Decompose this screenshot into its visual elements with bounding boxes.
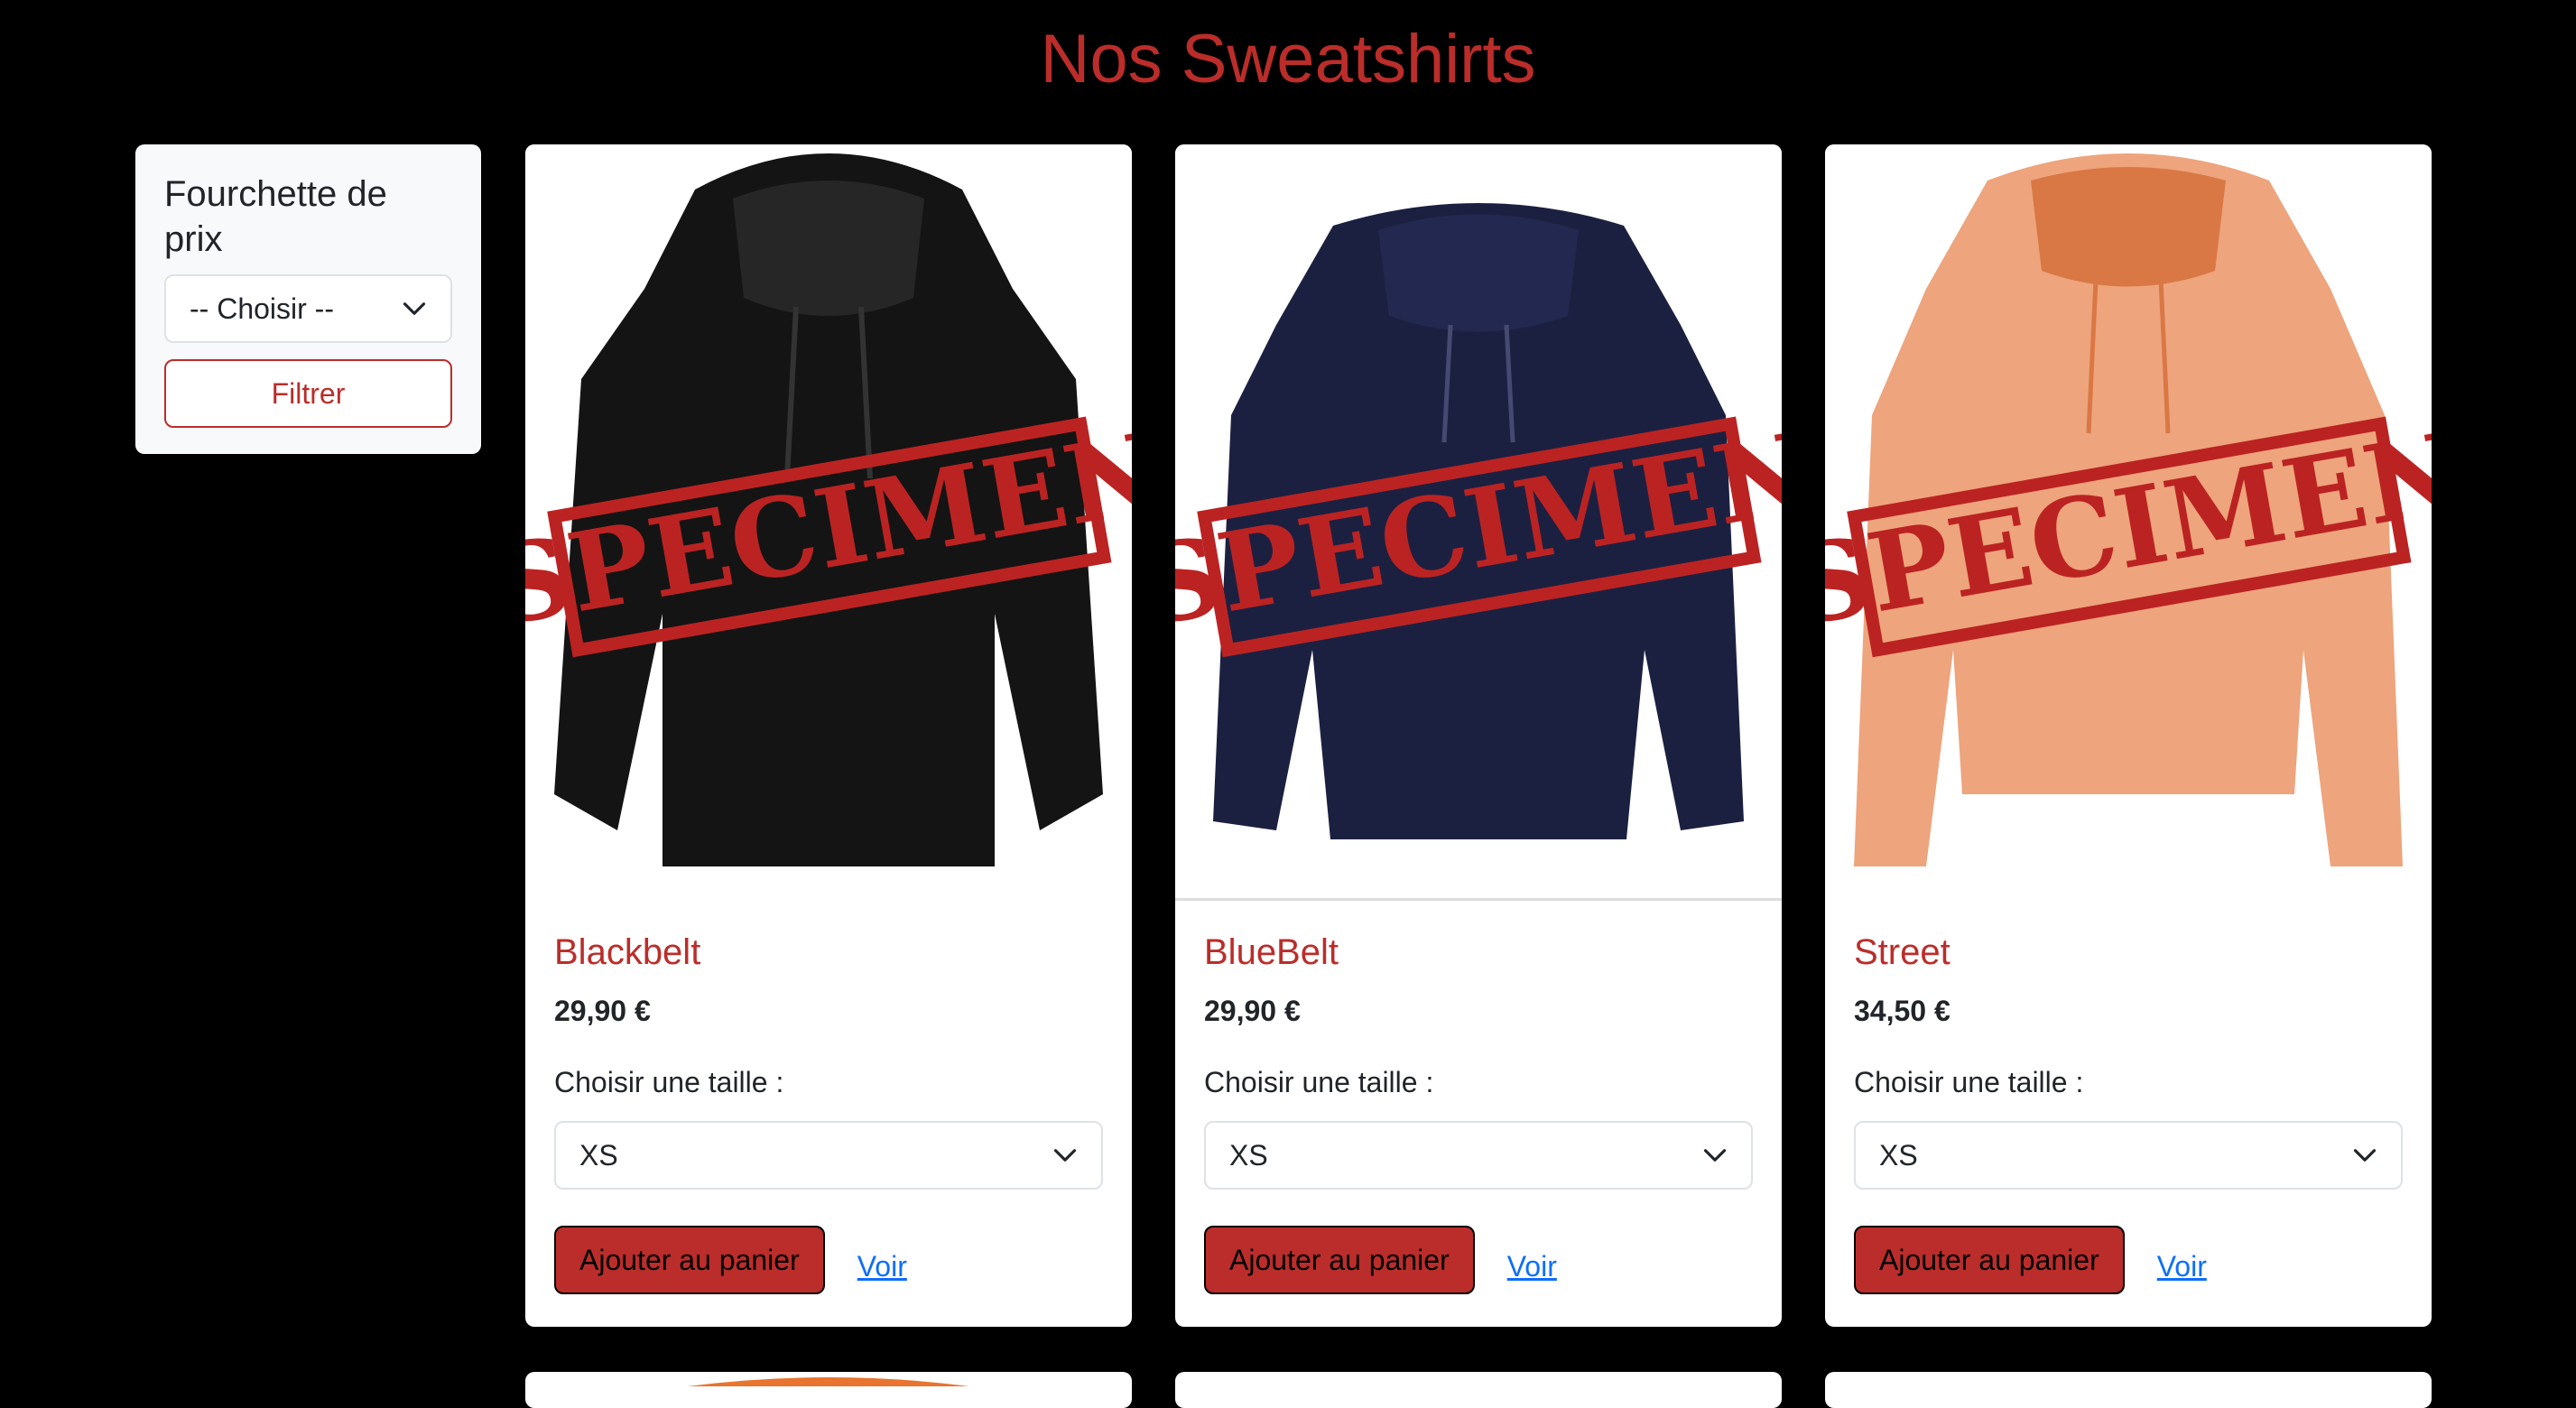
- size-label: Choisir une taille :: [1854, 1066, 2084, 1098]
- price-filter-panel: Fourchette de prix -- Choisir -- Filtrer: [135, 144, 481, 454]
- product-card: SPECIMEN Street 34,50 € Choisir une tail…: [1825, 144, 2432, 1327]
- product-card: [1175, 1372, 1782, 1408]
- chevron-down-icon: [1703, 1149, 1727, 1162]
- product-card: [1825, 1372, 2432, 1408]
- chevron-down-icon: [2353, 1149, 2377, 1162]
- view-link[interactable]: Voir: [857, 1250, 907, 1283]
- add-to-cart-button[interactable]: Ajouter au panier: [1854, 1226, 2125, 1294]
- product-card: [525, 1372, 1132, 1408]
- size-select[interactable]: XS: [554, 1121, 1103, 1190]
- view-link[interactable]: Voir: [2157, 1250, 2207, 1283]
- specimen-stamp-text: SPECIMEN: [1175, 408, 1782, 652]
- add-to-cart-button[interactable]: Ajouter au panier: [1204, 1226, 1475, 1294]
- product-image[interactable]: SPECIMEN: [525, 144, 1132, 901]
- specimen-stamp: SPECIMEN: [1175, 408, 1782, 658]
- product-price: 29,90 €: [554, 995, 651, 1027]
- price-range-select[interactable]: -- Choisir --: [164, 274, 452, 343]
- product-card: SPECIMEN Blackbelt 29,90 € Choisir une t…: [525, 144, 1132, 1327]
- add-to-cart-button[interactable]: Ajouter au panier: [554, 1226, 825, 1294]
- page-title: Nos Sweatshirts: [1040, 21, 1536, 97]
- hoodie-image: [688, 1377, 969, 1386]
- specimen-stamp: SPECIMEN: [525, 408, 1132, 658]
- filter-button[interactable]: Filtrer: [164, 359, 452, 428]
- product-card: SPECIMEN BlueBelt 29,90 € Choisir une ta…: [1175, 144, 1782, 1327]
- specimen-stamp-text: SPECIMEN: [525, 408, 1132, 652]
- product-image[interactable]: SPECIMEN: [1825, 144, 2432, 901]
- size-label: Choisir une taille :: [554, 1066, 784, 1098]
- filter-title: Fourchette de prix: [164, 174, 387, 259]
- product-price: 34,50 €: [1854, 995, 1951, 1027]
- chevron-down-icon: [1053, 1149, 1077, 1162]
- specimen-stamp: SPECIMEN: [1825, 408, 2432, 658]
- size-select[interactable]: XS: [1204, 1121, 1753, 1190]
- product-name: Street: [1854, 932, 1951, 972]
- product-name: BlueBelt: [1204, 932, 1339, 972]
- size-select-value: XS: [1879, 1138, 1918, 1172]
- size-select[interactable]: XS: [1854, 1121, 2403, 1190]
- product-image[interactable]: SPECIMEN: [1175, 144, 1782, 901]
- price-range-select-value: -- Choisir --: [190, 292, 334, 325]
- size-select-value: XS: [579, 1138, 618, 1172]
- chevron-down-icon: [403, 302, 426, 315]
- specimen-stamp-text: SPECIMEN: [1825, 408, 2432, 652]
- view-link[interactable]: Voir: [1507, 1250, 1557, 1283]
- size-select-value: XS: [1229, 1138, 1268, 1172]
- product-name: Blackbelt: [554, 932, 701, 972]
- size-label: Choisir une taille :: [1204, 1066, 1434, 1098]
- product-price: 29,90 €: [1204, 995, 1301, 1027]
